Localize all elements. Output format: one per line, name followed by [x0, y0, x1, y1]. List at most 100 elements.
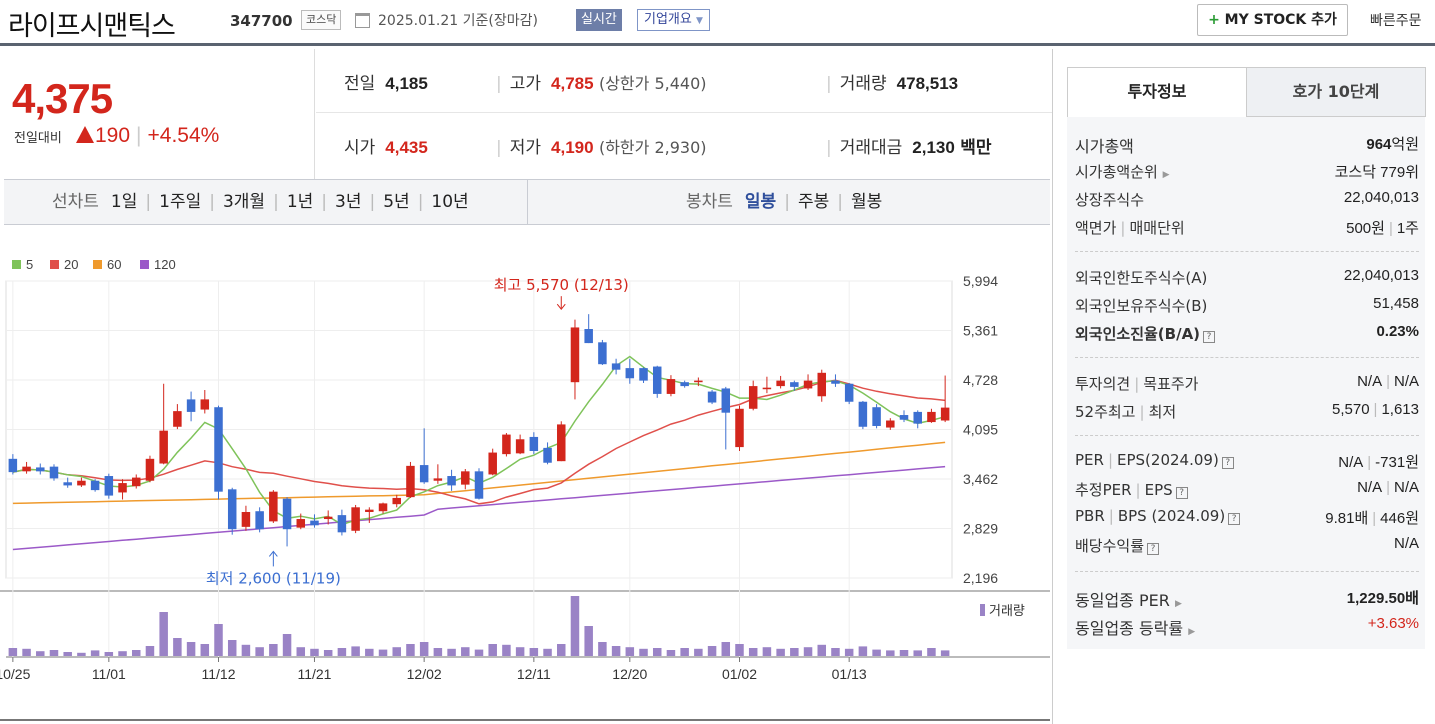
legend-label: 5	[26, 257, 33, 272]
x-tick-label: 11/01	[92, 666, 126, 682]
candle-up	[159, 430, 168, 464]
par-value-row: 액면가 | 매매단위 500원 | 1주	[1075, 219, 1419, 237]
up-triangle-icon	[76, 126, 94, 143]
tab-investment-info[interactable]: 투자정보	[1067, 67, 1247, 117]
volume-bar	[666, 650, 676, 656]
opinion-row: 투자의견 | 목표주가 N/A | N/A	[1075, 373, 1419, 393]
tab-1d[interactable]: 1일	[111, 192, 137, 212]
volume-bar	[282, 634, 292, 656]
company-overview-button[interactable]: 기업개요 ▼	[637, 9, 710, 31]
volume-bar	[735, 644, 744, 656]
market-cap-rank-row[interactable]: 시가총액순위 ▶ 코스닥 779위	[1075, 161, 1419, 185]
candle-down	[419, 465, 429, 483]
volume-bar	[543, 648, 552, 656]
candle-up	[803, 380, 813, 389]
candle-up	[433, 478, 443, 481]
volume-bar	[625, 647, 635, 656]
volume-bar	[22, 648, 31, 656]
candle-up	[296, 519, 306, 528]
candle-up	[927, 411, 936, 423]
x-tick-label: 11/12	[202, 666, 236, 682]
help-icon: ?	[1228, 513, 1241, 525]
quick-order-link[interactable]: 빠른주문	[1370, 10, 1422, 30]
candle-chart-label: 봉차트	[686, 192, 733, 212]
candle-up	[488, 452, 497, 475]
candle-down	[63, 482, 72, 486]
tab-10y[interactable]: 10년	[431, 192, 468, 212]
tab-1w[interactable]: 1주일	[159, 192, 201, 212]
volume-bar	[131, 650, 141, 656]
volume-bar	[790, 648, 799, 656]
volume-bar	[570, 596, 580, 656]
tab-5y[interactable]: 5년	[383, 192, 409, 212]
x-tick-label: 10/25	[0, 666, 31, 682]
candle-down	[680, 382, 689, 387]
candle-up	[515, 439, 525, 454]
volume-bar	[680, 648, 689, 656]
y-tick-label: 3,462	[963, 471, 998, 487]
per-row: PER | EPS(2024.09)? N/A | -731원	[1075, 451, 1419, 471]
x-tick-label: 12/11	[517, 666, 551, 682]
legend-swatch	[50, 260, 59, 269]
candle-up	[406, 465, 415, 498]
candle-down	[790, 382, 799, 387]
candle-up	[886, 420, 895, 428]
legend-label: 60	[107, 257, 121, 272]
volume-bar	[447, 648, 456, 656]
day-low: | 저가 4,190 (하한가 2,930)	[496, 138, 707, 158]
volume-bar	[762, 647, 772, 656]
candle-down	[8, 458, 18, 473]
candle-down	[872, 407, 881, 426]
candle-down	[36, 467, 45, 472]
help-icon: ?	[1175, 487, 1188, 499]
candle-up	[118, 483, 127, 493]
tab-daily[interactable]: 일봉	[745, 192, 776, 212]
legend-swatch	[12, 260, 21, 269]
sector-per-row[interactable]: 동일업종 PER ▶ 1,229.50배	[1075, 587, 1419, 611]
volume-bar	[817, 644, 827, 656]
sector-change-row[interactable]: 동일업종 등락률 ▶ +3.63%	[1075, 615, 1419, 639]
tab-monthly[interactable]: 월봉	[851, 192, 882, 212]
candle-down	[529, 436, 539, 452]
tab-weekly[interactable]: 주봉	[798, 192, 829, 212]
y-tick-label: 4,095	[963, 422, 998, 438]
candle-up	[817, 372, 827, 397]
volume-bar	[241, 644, 251, 656]
legend-label: 120	[154, 257, 176, 272]
candle-up	[241, 512, 251, 527]
candle-up	[269, 491, 278, 522]
stock-header: 라이프시맨틱스 347700 코스닥 2025.01.21 기준(장마감) 실시…	[0, 0, 1435, 46]
candle-down	[310, 520, 319, 526]
tab-orderbook[interactable]: 호가 10단계	[1246, 67, 1426, 117]
my-stock-add-button[interactable]: + MY STOCK 추가	[1197, 4, 1348, 36]
tab-3m[interactable]: 3개월	[223, 192, 265, 212]
candle-down	[474, 471, 484, 499]
volume-bar	[584, 626, 593, 656]
volume-bar	[502, 644, 511, 656]
base-date: 2025.01.21 기준(장마감)	[378, 13, 538, 29]
stock-name: 라이프시맨틱스	[8, 11, 176, 42]
candle-up	[762, 387, 772, 390]
tab-3y[interactable]: 3년	[335, 192, 361, 212]
candle-up	[173, 411, 182, 427]
investment-info-panel: 투자정보 호가 10단계 시가총액 964억원 시가총액순위 ▶ 코스닥 779위 …	[1052, 49, 1435, 724]
est-per-row: 추정PER | EPS? N/A | N/A	[1075, 479, 1419, 499]
tab-1y[interactable]: 1년	[287, 192, 313, 212]
candle-up	[77, 480, 86, 486]
candle-down	[186, 399, 196, 412]
y-tick-label: 2,829	[963, 521, 998, 537]
volume-bar	[927, 648, 936, 656]
volume-bar	[227, 640, 237, 656]
volume-bar	[337, 648, 347, 656]
x-tick-label: 12/20	[612, 666, 647, 682]
stock-code: 347700	[230, 12, 293, 30]
candle-down	[721, 388, 731, 413]
candle-down	[337, 515, 347, 533]
volume-bar	[118, 651, 127, 656]
realtime-button[interactable]: 실시간	[576, 9, 622, 31]
foreign-ratio-row: 외국인소진율(B/A)? 0.23%	[1075, 323, 1419, 343]
candle-down	[227, 489, 237, 530]
candle-up	[22, 466, 31, 472]
volume-bar	[269, 644, 278, 656]
volume-legend-label: 거래량	[989, 604, 1025, 619]
